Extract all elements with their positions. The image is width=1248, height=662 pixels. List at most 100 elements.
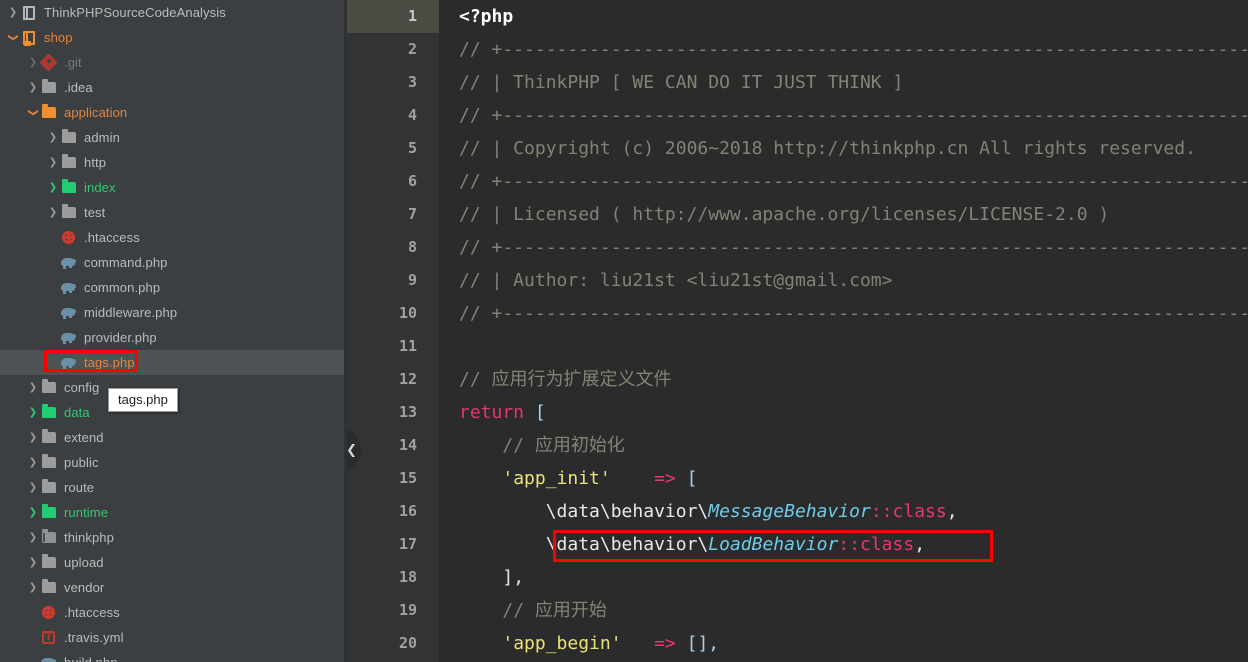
chevron-right-icon[interactable]: ❯ [6, 0, 20, 25]
chevron-right-icon[interactable]: ❯ [26, 550, 40, 575]
folder-icon [40, 425, 57, 450]
line-number[interactable]: 4 [347, 99, 439, 132]
chevron-right-icon[interactable]: ❯ [26, 375, 40, 400]
chevron-right-icon[interactable]: ❯ [46, 125, 60, 150]
tree-item-idea[interactable]: ❯ .idea [0, 75, 347, 100]
line-number[interactable]: 18 [347, 561, 439, 594]
line-number[interactable]: 14 [347, 429, 439, 462]
tree-item-http[interactable]: ❯ http [0, 150, 347, 175]
code-line[interactable]: // | Licensed ( http://www.apache.org/li… [439, 198, 1248, 231]
tree-item-build-php[interactable]: build.php [0, 650, 347, 662]
tree-item-public[interactable]: ❯ public [0, 450, 347, 475]
code-line[interactable]: // 应用行为扩展定义文件 [439, 363, 1248, 396]
code-token: [], [686, 633, 720, 654]
line-number[interactable]: 2 [347, 33, 439, 66]
code-line[interactable]: \data\behavior\MessageBehavior::class, [439, 495, 1248, 528]
chevron-right-icon[interactable]: ❯ [26, 450, 40, 475]
code-line[interactable]: \data\behavior\LoadBehavior::class, [439, 528, 1248, 561]
gear-icon [60, 225, 77, 250]
code-token: , [946, 501, 958, 522]
code-line[interactable]: // +------------------------------------… [439, 99, 1248, 132]
tree-item-htaccess[interactable]: .htaccess [0, 225, 347, 250]
line-number[interactable]: 10 [347, 297, 439, 330]
project-tree-panel[interactable]: ❯ ThinkPHPSourceCodeAnalysis ❯ shop ❯ .git ❯ .i… [0, 0, 347, 662]
editor-panel[interactable]: 1 2 3 4 5 6 7 8 9 10 11 12 13 14 15 16 17 18 19 20 <?php// … [347, 0, 1248, 662]
tree-item-shop[interactable]: ❯ shop [0, 25, 347, 50]
tree-item-travis-yml[interactable]: T .travis.yml [0, 625, 347, 650]
chevron-right-icon[interactable]: ❯ [26, 575, 40, 600]
code-line[interactable]: // +------------------------------------… [439, 231, 1248, 264]
line-number[interactable]: 20 [347, 627, 439, 660]
chevron-right-icon[interactable]: ❯ [26, 400, 40, 425]
folder-icon [40, 450, 57, 475]
line-number-gutter[interactable]: 1 2 3 4 5 6 7 8 9 10 11 12 13 14 15 16 17 18 19 20 [347, 0, 439, 662]
code-line[interactable]: return [ [439, 396, 1248, 429]
line-number[interactable]: 16 [347, 495, 439, 528]
chevron-right-icon[interactable]: ❯ [26, 50, 40, 75]
chevron-right-icon[interactable]: ❯ [46, 175, 60, 200]
code-token: // +------------------------------------… [459, 39, 1248, 60]
tree-item-common-php[interactable]: common.php [0, 275, 347, 300]
chevron-right-icon[interactable]: ❯ [46, 150, 60, 175]
chevron-right-icon[interactable]: ❯ [26, 500, 40, 525]
tree-item-upload[interactable]: ❯ upload [0, 550, 347, 575]
line-number[interactable]: 5 [347, 132, 439, 165]
chevron-right-icon[interactable]: ❯ [26, 75, 40, 100]
line-number[interactable]: 8 [347, 231, 439, 264]
code-line[interactable] [439, 330, 1248, 363]
code-content[interactable]: <?php // +-------------------------------… [439, 0, 1248, 662]
line-number[interactable]: 17 [347, 528, 439, 561]
code-line[interactable]: // 应用初始化 [439, 429, 1248, 462]
code-line[interactable]: 'app_begin' => [], [439, 627, 1248, 660]
line-number[interactable]: 7 [347, 198, 439, 231]
code-line[interactable]: // +------------------------------------… [439, 297, 1248, 330]
tree-item-git[interactable]: ❯ .git [0, 50, 347, 75]
tree-item-command-php[interactable]: command.php [0, 250, 347, 275]
tree-item-route[interactable]: ❯ route [0, 475, 347, 500]
tree-item-test[interactable]: ❯ test [0, 200, 347, 225]
tree-item-admin[interactable]: ❯ admin [0, 125, 347, 150]
line-number[interactable]: 3 [347, 66, 439, 99]
project-tree-list[interactable]: ❯ ThinkPHPSourceCodeAnalysis ❯ shop ❯ .git ❯ .i… [0, 0, 347, 662]
code-line[interactable]: // | Author: liu21st <liu21st@gmail.com> [439, 264, 1248, 297]
code-line[interactable]: // | ThinkPHP [ WE CAN DO IT JUST THINK … [439, 66, 1248, 99]
tree-item-vendor[interactable]: ❯ vendor [0, 575, 347, 600]
chevron-right-icon[interactable]: ❯ [26, 525, 40, 550]
tree-item-thinkphp[interactable]: ❯ thinkphp [0, 525, 347, 550]
tree-item-provider-php[interactable]: provider.php [0, 325, 347, 350]
tree-item-middleware-php[interactable]: middleware.php [0, 300, 347, 325]
chevron-right-icon[interactable]: ❯ [26, 475, 40, 500]
tree-item-runtime[interactable]: ❯ runtime [0, 500, 347, 525]
line-number[interactable]: 15 [347, 462, 439, 495]
line-number[interactable]: 1 [347, 0, 439, 33]
line-number[interactable]: 11 [347, 330, 439, 363]
code-line[interactable]: // +------------------------------------… [439, 33, 1248, 66]
ide-window: ❯ ThinkPHPSourceCodeAnalysis ❯ shop ❯ .git ❯ .i… [0, 0, 1248, 662]
code-line[interactable]: 'app_init' => [ [439, 462, 1248, 495]
code-token: // | Copyright (c) 2006~2018 http://thin… [459, 138, 1196, 159]
code-line[interactable]: // +------------------------------------… [439, 165, 1248, 198]
tree-item-thinkphpsourcecodeanalysis[interactable]: ❯ ThinkPHPSourceCodeAnalysis [0, 0, 347, 25]
tree-item-application[interactable]: ❯ application [0, 100, 347, 125]
line-number[interactable]: 13 [347, 396, 439, 429]
code-line[interactable]: // 应用开始 [439, 594, 1248, 627]
tree-item-index[interactable]: ❯ index [0, 175, 347, 200]
line-number[interactable]: 12 [347, 363, 439, 396]
folder-icon [40, 375, 57, 400]
line-number[interactable]: 6 [347, 165, 439, 198]
chevron-right-icon[interactable]: ❯ [46, 200, 60, 225]
line-number[interactable]: 19 [347, 594, 439, 627]
chevron-right-icon[interactable]: ❯ [26, 425, 40, 450]
line-number[interactable]: 9 [347, 264, 439, 297]
tree-item-htaccess[interactable]: .htaccess [0, 600, 347, 625]
code-line[interactable]: <?php [439, 0, 1248, 33]
tree-item-extend[interactable]: ❯ extend [0, 425, 347, 450]
tree-item-tags-php[interactable]: tags.php [0, 350, 347, 375]
code-token: // | Licensed ( http://www.apache.org/li… [459, 204, 1110, 225]
code-line[interactable]: // | Copyright (c) 2006~2018 http://thin… [439, 132, 1248, 165]
code-line[interactable]: ], [439, 561, 1248, 594]
